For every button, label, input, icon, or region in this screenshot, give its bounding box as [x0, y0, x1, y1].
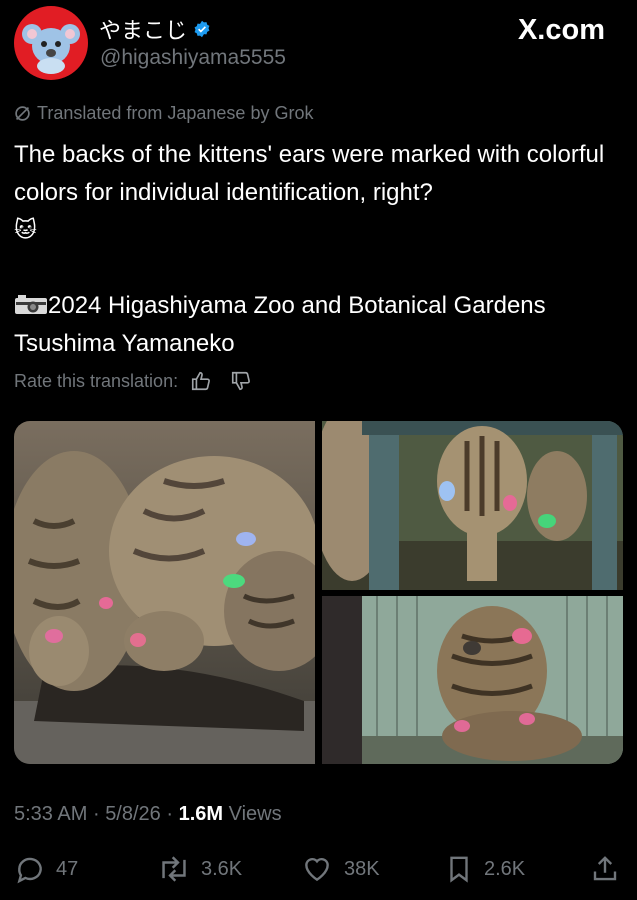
photo-cats-on-frame[interactable]	[312, 421, 623, 590]
rate-label: Rate this translation:	[14, 370, 179, 391]
heart-icon	[305, 857, 329, 882]
meta-separator: ·	[166, 803, 174, 825]
translation-note: Translated from Japanese by Grok	[14, 103, 313, 124]
post-line-2: 2024 Higashiyama Zoo and Botanical Garde…	[14, 292, 546, 357]
display-name[interactable]: やまこじ	[99, 13, 211, 45]
translation-note-text: Translated from Japanese by Grok	[37, 103, 314, 123]
media-grid[interactable]	[14, 421, 623, 764]
repost-button[interactable]: 3.6K	[157, 853, 242, 885]
bookmark-icon	[450, 856, 468, 883]
action-bar: 47 3.6K 38K 2.6K	[14, 853, 626, 889]
share-icon	[593, 856, 617, 881]
rate-translation: Rate this translation:	[14, 370, 252, 392]
post-body: The backs of the kittens' ears were mark…	[14, 136, 624, 362]
photo-cats-playing[interactable]	[322, 596, 623, 764]
cat-emoji: 🐱	[14, 218, 37, 243]
site-logo[interactable]: X.com	[518, 14, 605, 47]
meta-separator: ·	[92, 803, 100, 825]
verified-badge-icon	[194, 20, 210, 38]
author-name[interactable]: やまこじ	[99, 13, 187, 45]
camera-icon	[15, 295, 47, 314]
bookmark-button[interactable]: 2.6K	[444, 853, 525, 885]
thumbs-down-icon[interactable]	[230, 370, 252, 392]
views-count: 1.6M	[178, 803, 224, 825]
like-count: 38K	[344, 857, 380, 880]
reply-button[interactable]: 47	[14, 853, 78, 885]
photo-cats-drinking[interactable]	[14, 421, 334, 764]
post-line-1: The backs of the kittens' ears were mark…	[14, 141, 605, 206]
no-translate-icon	[15, 106, 30, 121]
avatar[interactable]	[14, 6, 88, 80]
author-handle[interactable]: @higashiyama5555	[100, 46, 286, 70]
bookmark-count: 2.6K	[484, 857, 526, 880]
repost-count: 3.6K	[201, 857, 243, 880]
like-button[interactable]: 38K	[300, 853, 380, 885]
post-time[interactable]: 5:33 AM	[14, 803, 87, 825]
reply-count: 47	[56, 857, 79, 880]
post-date[interactable]: 5/8/26	[105, 803, 161, 825]
repost-icon	[162, 856, 186, 882]
reply-icon	[17, 857, 42, 884]
thumbs-up-icon[interactable]	[190, 370, 212, 392]
post-meta: 5:33 AM · 5/8/26 · 1.6M Views	[14, 803, 282, 826]
share-button[interactable]	[590, 853, 620, 885]
views-label: Views	[228, 803, 282, 825]
